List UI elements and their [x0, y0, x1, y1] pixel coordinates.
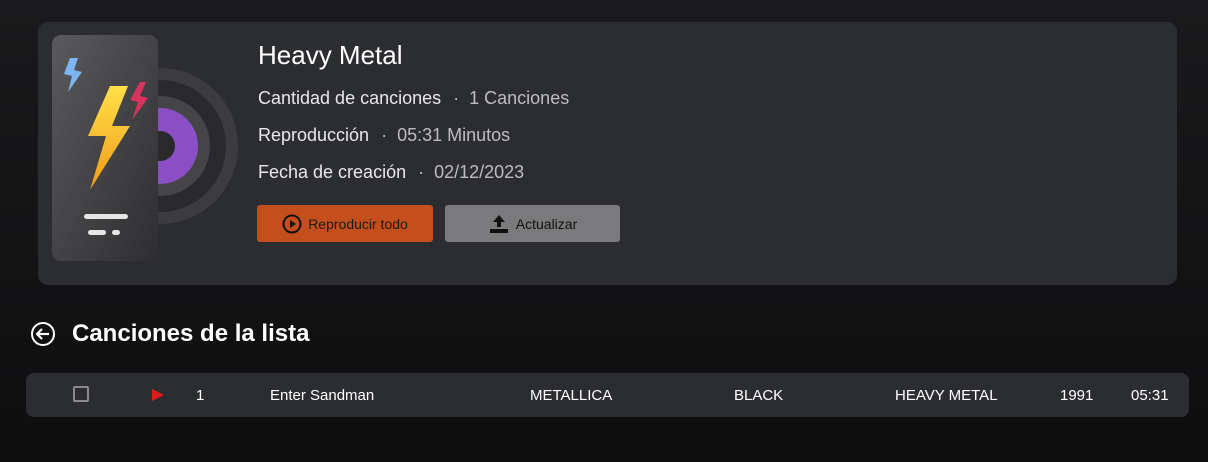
meta-duration-label: Reproducción — [258, 125, 370, 145]
meta-created-date-label: Fecha de creación — [258, 162, 407, 182]
section-header: Canciones de la lista — [30, 320, 309, 348]
upload-icon — [489, 214, 508, 233]
play-circle-icon — [282, 214, 302, 233]
meta-separator: · — [453, 88, 460, 108]
playlist-cover-image — [52, 35, 238, 261]
playlist-title: Heavy Metal — [258, 40, 403, 70]
back-arrow-circle-icon[interactable] — [30, 321, 56, 347]
meta-separator: · — [418, 162, 425, 182]
meta-song-count-label: Cantidad de canciones — [258, 88, 442, 108]
song-genre: HEAVY METAL — [895, 386, 998, 404]
song-title: Enter Sandman — [270, 386, 375, 404]
song-duration: 05:31 — [1131, 386, 1169, 404]
meta-created-date: Fecha de creación · 02/12/2023 — [258, 162, 524, 183]
meta-duration: Reproducción · 05:31 Minutos — [258, 125, 510, 146]
section-title: Canciones de la lista — [72, 320, 310, 347]
play-all-button[interactable]: Reproducir todo — [257, 205, 433, 242]
song-artist: METALLICA — [530, 386, 613, 404]
update-label: Actualizar — [515, 215, 578, 232]
update-button[interactable]: Actualizar — [445, 205, 620, 242]
meta-duration-value: 05:31 Minutos — [397, 125, 511, 145]
meta-created-date-value: 02/12/2023 — [434, 162, 525, 182]
meta-song-count: Cantidad de canciones · 1 Canciones — [258, 88, 569, 109]
song-year: 1991 — [1060, 386, 1094, 404]
playlist-header-card: Heavy Metal Cantidad de canciones · 1 Canc… — [38, 22, 1177, 285]
song-row[interactable]: 1 Enter Sandman METALLICA BLACK HEAVY ME… — [26, 373, 1189, 417]
song-select-checkbox[interactable] — [73, 386, 89, 402]
meta-separator: · — [381, 125, 388, 145]
now-playing-icon[interactable] — [152, 389, 164, 401]
song-album: BLACK — [734, 386, 784, 404]
play-all-label: Reproducir todo — [308, 215, 408, 232]
meta-song-count-value: 1 Canciones — [469, 88, 570, 108]
song-number: 1 — [196, 386, 205, 404]
